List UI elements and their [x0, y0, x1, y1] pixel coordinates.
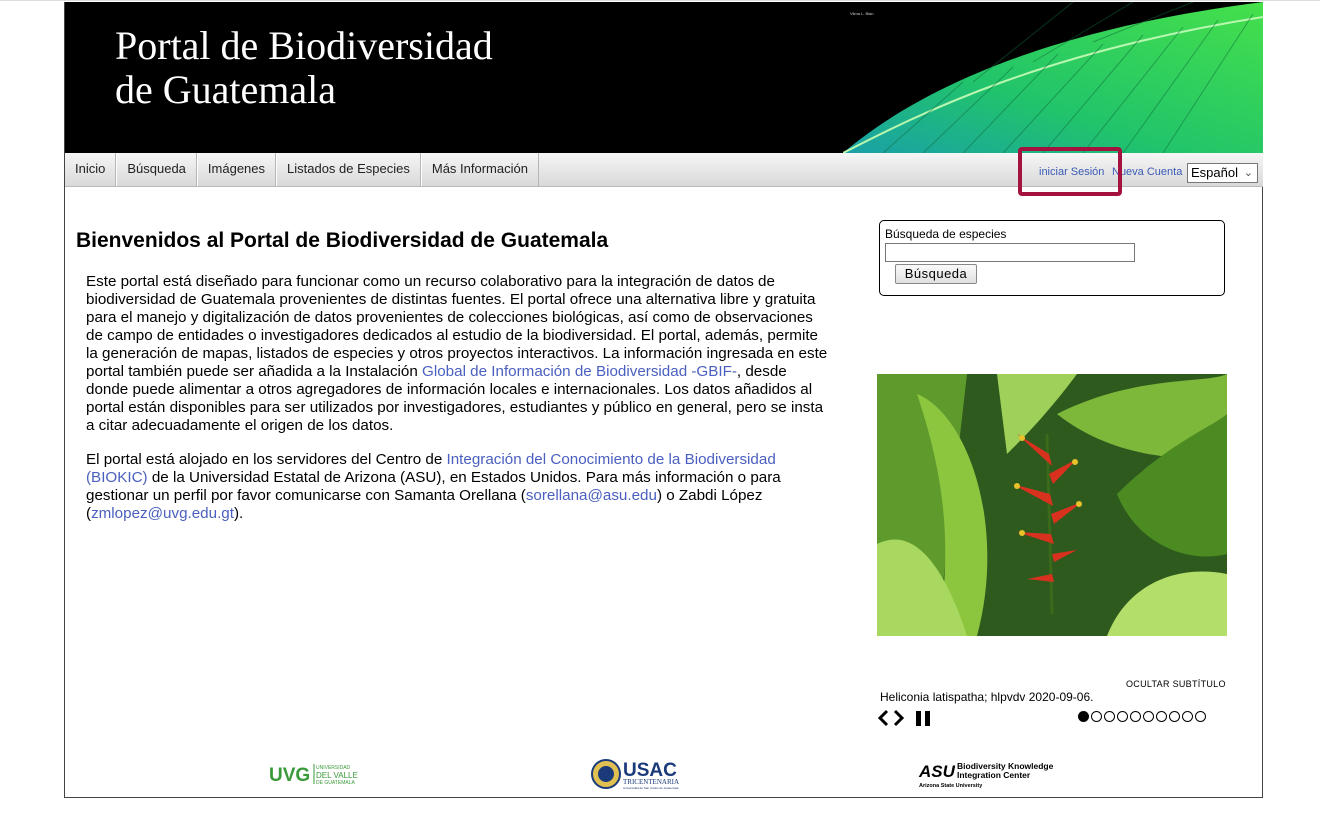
slide-dot[interactable] [1078, 711, 1089, 722]
email-zmlopez-link[interactable]: zmlopez@uvg.edu.gt [91, 505, 234, 522]
nav-menu: Inicio Búsqueda Imágenes Listados de Esp… [65, 153, 539, 186]
hosting-text-4: ). [233, 505, 244, 522]
species-search-panel: Búsqueda de especies Búsqueda [879, 220, 1225, 296]
asu-logo-abbr: ASU [918, 762, 956, 781]
site-title-line2: de Guatemala [115, 67, 336, 112]
slide-indicator-dots [1078, 711, 1206, 722]
search-label: Búsqueda de especies [885, 227, 1007, 241]
email-sorellana-link[interactable]: sorellana@asu.edu [526, 487, 657, 504]
language-select[interactable]: Español ⌄ [1187, 163, 1258, 183]
site-title[interactable]: Portal de Biodiversidad de Guatemala [115, 24, 493, 112]
usac-logo[interactable]: USAC TRICENTENARIA Universidad de San Ca… [590, 757, 690, 791]
uvg-logo-line3: DE GUATEMALA [316, 780, 355, 786]
chevron-left-icon[interactable] [877, 709, 889, 727]
asu-biokic-logo[interactable]: ASU Biodiversity Knowledge Integration C… [918, 760, 1058, 790]
intro-paragraph: Este portal está diseñado para funcionar… [86, 273, 831, 435]
new-account-link[interactable]: Nueva Cuenta [1112, 166, 1182, 178]
nav-item-busqueda[interactable]: Búsqueda [116, 153, 197, 186]
slide-dot[interactable] [1104, 711, 1115, 722]
feather-banner-image [843, 2, 1263, 153]
uvg-logo[interactable]: UVG UNIVERSIDAD DEL VALLE DE GUATEMALA [268, 760, 363, 788]
nav-item-mas-informacion[interactable]: Más Información [420, 153, 539, 186]
slide-dot[interactable] [1169, 711, 1180, 722]
slide-dot[interactable] [1091, 711, 1102, 722]
slide-dot[interactable] [1195, 711, 1206, 722]
slideshow-image [877, 374, 1227, 636]
asu-logo-line3: Arizona State University [919, 783, 983, 789]
pause-icon[interactable] [916, 711, 930, 726]
chevron-down-icon: ⌄ [1243, 167, 1253, 179]
uvg-logo-abbr: UVG [269, 765, 310, 786]
hosting-text-1: El portal está alojado en los servidores… [86, 451, 447, 468]
hosting-paragraph: El portal está alojado en los servidores… [86, 451, 831, 523]
uvg-logo-line2: DEL VALLE [316, 771, 358, 780]
slide-dot[interactable] [1117, 711, 1128, 722]
slide-dot[interactable] [1182, 711, 1193, 722]
site-header: Portal de Biodiversidad de Guatemala Vil… [65, 2, 1263, 153]
slide-dot[interactable] [1130, 711, 1141, 722]
nav-item-inicio[interactable]: Inicio [65, 153, 117, 186]
top-border [0, 0, 1320, 1]
usac-logo-line1: TRICENTENARIA [623, 778, 679, 786]
page-title: Bienvenidos al Portal de Biodiversidad d… [76, 229, 609, 252]
slide-dot[interactable] [1143, 711, 1154, 722]
gbif-link[interactable]: Global de Información de Biodiversidad -… [422, 363, 737, 380]
slideshow-controls [877, 708, 937, 728]
site-title-line1: Portal de Biodiversidad [115, 23, 493, 68]
usac-logo-line2: Universidad de San Carlos de Guatemala [623, 786, 679, 790]
species-search-input[interactable] [885, 243, 1135, 262]
search-button[interactable]: Búsqueda [895, 264, 977, 284]
slide-caption: Heliconia latispatha; hlpvdv 2020-09-06. [880, 690, 1094, 704]
hide-caption-button[interactable]: OCULTAR SUBTÍTULO [1126, 679, 1226, 689]
chevron-right-icon[interactable] [893, 709, 905, 727]
asu-logo-line2: Integration Center [957, 770, 1031, 780]
slide-dot[interactable] [1156, 711, 1167, 722]
nav-item-listados[interactable]: Listados de Especies [276, 153, 421, 186]
nav-item-imagenes[interactable]: Imágenes [196, 153, 277, 186]
main-navigation-bar: Inicio Búsqueda Imágenes Listados de Esp… [65, 153, 1263, 187]
login-link[interactable]: iniciar Sesión [1039, 166, 1104, 178]
language-value: Español [1191, 165, 1238, 180]
